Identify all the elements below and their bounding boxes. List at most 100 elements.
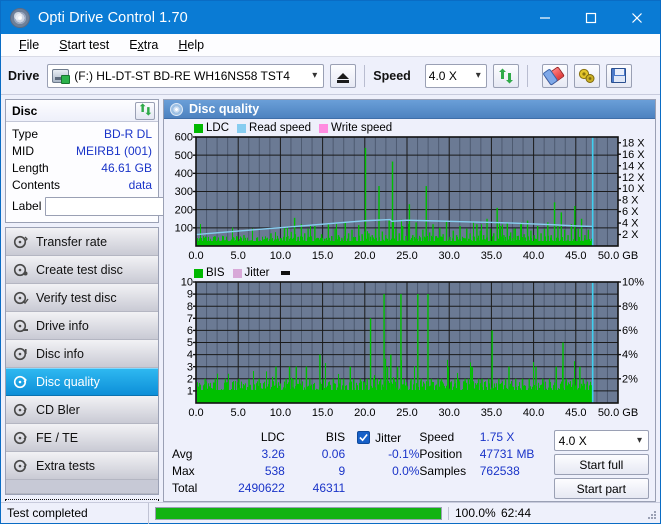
legend-read-speed: Read speed [237, 122, 311, 134]
menu-file-label: ile [26, 38, 40, 52]
nav-filler [6, 480, 158, 494]
close-button[interactable] [614, 1, 660, 34]
minimize-button[interactable] [522, 1, 568, 34]
disc-label-row: Label [12, 195, 250, 217]
settings-button[interactable] [573, 63, 600, 88]
test-controls: 4.0 X ▾ Start full Start part [553, 429, 649, 499]
sidebar-item-drive-info[interactable]: Drive info [6, 312, 158, 340]
svg-text:35.0: 35.0 [481, 250, 502, 262]
erase-button[interactable] [541, 63, 568, 88]
status-message: Test completed [1, 502, 149, 524]
drive-select[interactable]: (F:) HL-DT-ST BD-RE WH16NS58 TST4 ▾ [47, 63, 325, 88]
disc-contents-label: Contents [12, 177, 61, 192]
menu-start-test[interactable]: Start test [49, 36, 119, 54]
eraser-icon [544, 65, 566, 86]
stats-label-avg: Avg [172, 447, 193, 461]
svg-text:15.0: 15.0 [312, 407, 333, 419]
svg-text:8 X: 8 X [622, 195, 639, 207]
panel-title: Disc quality [189, 102, 260, 116]
svg-text:4%: 4% [622, 349, 638, 361]
svg-text:10.0: 10.0 [270, 250, 291, 262]
legend-jitter: Jitter [232, 267, 270, 279]
start-full-button[interactable]: Start full [553, 454, 649, 475]
menu-help-label: elp [187, 38, 205, 52]
sidebar-item-label: CD Bler [36, 402, 80, 417]
disc-length-value: 46.61 GB [101, 160, 152, 175]
svg-text:18 X: 18 X [622, 137, 645, 149]
sidebar-item-label: Extra tests [36, 458, 96, 473]
menu-start-test-label: tart test [67, 38, 110, 52]
test-speed-select[interactable]: 4.0 X ▾ [553, 430, 649, 451]
window-title: Opti Drive Control 1.70 [38, 9, 188, 26]
eject-button[interactable] [330, 63, 357, 88]
disc-panel: Disc Type BD-R DL MID MEIRB1 (001) Lengt… [5, 99, 250, 223]
jitter-checkbox[interactable] [357, 431, 371, 444]
legend-label-jitter: Jitter [244, 267, 270, 279]
stats-label-max: Max [172, 464, 195, 478]
svg-text:40.0: 40.0 [523, 407, 544, 419]
svg-text:5: 5 [187, 337, 193, 349]
disc-length-label: Length [12, 160, 49, 175]
drive-label: Drive [8, 68, 40, 83]
save-button[interactable] [605, 63, 632, 88]
jitter-toggle[interactable]: Jitter [357, 429, 419, 446]
menu-help[interactable]: Help [168, 36, 214, 54]
stats-jitter-avg: -0.1% [388, 447, 420, 461]
stats-col-bis: BIS 0.06 9 46311 [285, 429, 345, 499]
disc-refresh-button[interactable] [135, 101, 155, 120]
sidebar-item-transfer-rate[interactable]: Transfer rate [6, 228, 158, 256]
position-label: Position [419, 447, 463, 461]
toolbar-divider-2 [526, 64, 528, 87]
svg-text:20.0: 20.0 [354, 407, 375, 419]
sidebar-item-extra-tests[interactable]: Extra tests [6, 452, 158, 480]
legend-label-bis: BIS [206, 267, 225, 279]
sidebar-item-disc-info[interactable]: Disc info [6, 340, 158, 368]
ldc-plot[interactable]: 100 200 300 400 500 600 2 X4 X6 X8 X10 X12 X14… [166, 121, 657, 264]
nav-list: Transfer rate Create test disc Verify te… [5, 227, 159, 495]
elapsed-time: 62:44 [501, 506, 532, 520]
fe-te-icon [13, 430, 29, 446]
menu-file[interactable]: File [9, 36, 49, 54]
svg-text:50.0 GB: 50.0 GB [598, 250, 638, 262]
svg-text:8%: 8% [622, 301, 638, 313]
bis-plot[interactable]: 12345678910 2% 4% 6% 8% 10% 0.0 5.0 10.0 15.0 20.0… [166, 266, 657, 421]
legend-swatch-write-speed [319, 123, 329, 133]
sidebar-item-create-test-disc[interactable]: Create test disc [6, 256, 158, 284]
resize-grip-icon[interactable] [646, 509, 658, 521]
svg-text:500: 500 [175, 150, 193, 162]
svg-text:1: 1 [187, 386, 193, 398]
maximize-button[interactable] [568, 1, 614, 34]
refresh-button[interactable] [492, 63, 519, 88]
disc-quality-icon [13, 374, 29, 390]
sidebar-item-cd-bler[interactable]: CD Bler [6, 396, 158, 424]
bis-legend: BIS Jitter [194, 267, 291, 279]
stats-panel: Avg Max Total LDC 3.26 538 2490622 BIS 0… [164, 426, 655, 501]
legend-swatch-read-speed [237, 123, 247, 133]
svg-text:8: 8 [187, 301, 193, 313]
sidebar-item-fe-te[interactable]: FE / TE [6, 424, 158, 452]
legend-swatch-ldc [194, 123, 203, 133]
app-window: Opti Drive Control 1.70 File Start test … [0, 0, 661, 524]
sidebar-item-verify-test-disc[interactable]: Verify test disc [6, 284, 158, 312]
stats-bis-total: 46311 [312, 481, 346, 495]
start-part-button[interactable]: Start part [553, 478, 649, 499]
disc-quality-icon [170, 102, 183, 116]
disc-type-value: BD-R DL [103, 126, 152, 141]
menu-extra[interactable]: Extra [119, 36, 168, 54]
refresh-icon [139, 102, 152, 119]
svg-text:3: 3 [187, 361, 193, 373]
main-body: Disc Type BD-R DL MID MEIRB1 (001) Lengt… [1, 95, 660, 515]
svg-text:200: 200 [175, 204, 193, 216]
test-speed-value: 4.0 X [558, 433, 587, 448]
disc-info-icon [13, 346, 29, 362]
drive-icon [52, 68, 71, 84]
speed-select[interactable]: 4.0 X ▾ [424, 63, 487, 88]
disc-burn-icon [13, 262, 29, 278]
sidebar-item-disc-quality[interactable]: Disc quality [6, 368, 158, 396]
gears-icon [578, 68, 596, 84]
toolbar: Drive (F:) HL-DT-ST BD-RE WH16NS58 TST4 … [1, 57, 660, 95]
stats-col-speed-values: 1.75 X 47731 MB 762538 [480, 429, 554, 499]
stats-header-ldc: LDC [260, 430, 285, 444]
sidebar-item-label: Transfer rate [36, 234, 108, 249]
svg-text:300: 300 [175, 186, 193, 198]
